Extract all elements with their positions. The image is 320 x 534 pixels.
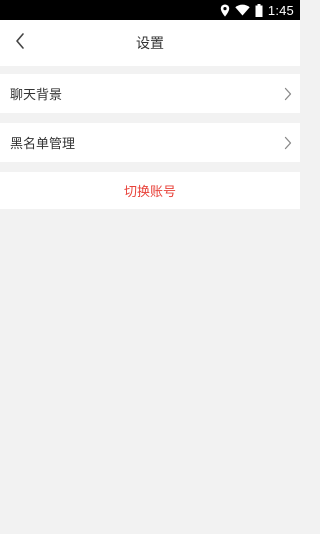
- page-title: 设置: [136, 36, 164, 52]
- nav-bar: 设置: [0, 20, 300, 66]
- status-time: 1:45: [267, 2, 294, 18]
- settings-item-label: 聊天背景: [10, 88, 63, 103]
- settings-item-label: 黑名单管理: [10, 137, 76, 152]
- settings-item-chat-background[interactable]: 聊天背景: [0, 74, 300, 113]
- switch-account-label: 切换账号: [123, 185, 176, 200]
- wifi-icon: [235, 4, 250, 16]
- chevron-right-icon: [284, 136, 292, 150]
- back-button[interactable]: [6, 29, 34, 57]
- location-icon: [220, 4, 230, 17]
- chevron-left-icon: [14, 32, 26, 54]
- chevron-right-icon: [284, 87, 292, 101]
- switch-account-button[interactable]: 切换账号: [0, 172, 300, 209]
- status-bar: 1:45: [0, 0, 300, 20]
- settings-item-blacklist[interactable]: 黑名单管理: [0, 123, 300, 162]
- battery-icon: [255, 3, 263, 17]
